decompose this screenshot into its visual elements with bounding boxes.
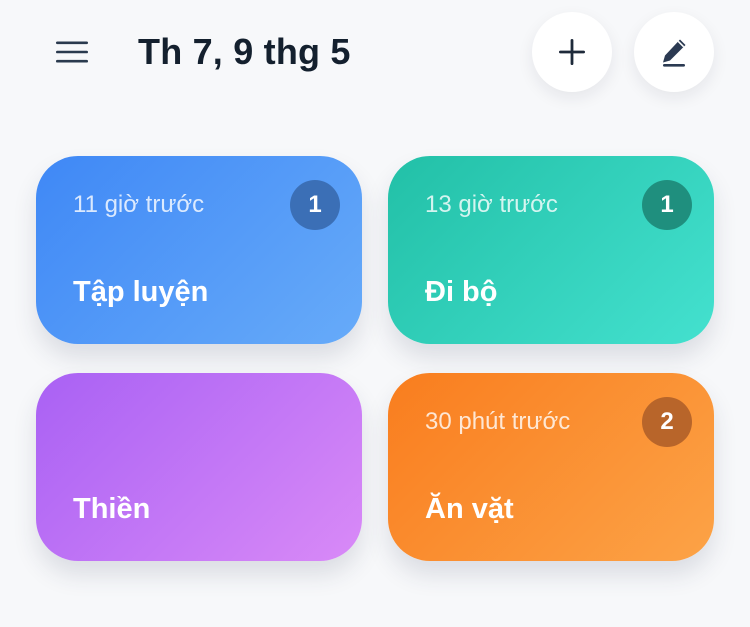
activity-name: Tập luyện xyxy=(73,276,209,308)
activity-card-an-vat[interactable]: 30 phút trước 2 Ăn vặt xyxy=(388,373,714,561)
activity-name: Đi bộ xyxy=(425,276,498,308)
edit-button[interactable] xyxy=(634,12,714,92)
last-logged-time: 11 giờ trước xyxy=(73,191,205,218)
count-badge: 1 xyxy=(642,180,692,230)
activity-name: Thiền xyxy=(73,493,151,525)
activity-card-thien[interactable]: Thiền xyxy=(36,373,362,561)
menu-button[interactable] xyxy=(48,32,96,72)
count-badge: 1 xyxy=(290,180,340,230)
count-badge: 2 xyxy=(642,397,692,447)
last-logged-time: 30 phút trước xyxy=(425,408,571,435)
add-button[interactable] xyxy=(532,12,612,92)
pencil-icon xyxy=(663,39,686,67)
hamburger-menu-icon xyxy=(56,41,88,63)
activity-card-di-bo[interactable]: 13 giờ trước 1 Đi bộ xyxy=(388,156,714,344)
page-title: Th 7, 9 thg 5 xyxy=(138,31,351,72)
activity-card-tap-luyen[interactable]: 11 giờ trước 1 Tập luyện xyxy=(36,156,362,344)
plus-icon xyxy=(559,39,585,65)
top-bar: Th 7, 9 thg 5 xyxy=(0,0,750,110)
last-logged-time: 13 giờ trước xyxy=(425,191,558,218)
activity-name: Ăn vặt xyxy=(425,493,514,525)
